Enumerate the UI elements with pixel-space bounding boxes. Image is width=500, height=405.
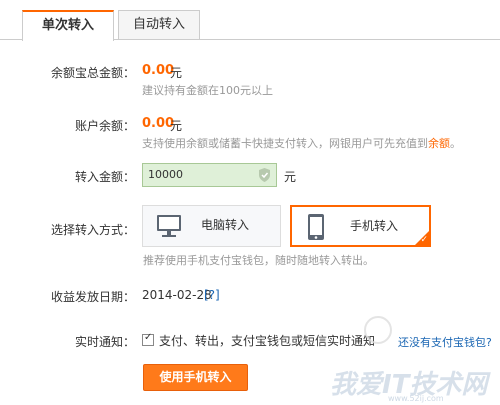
method-mobile-option[interactable]: 手机转入 ✓: [290, 205, 431, 247]
method-hint: 推荐使用手机支付宝钱包，随时随地转入转出。: [143, 254, 374, 267]
method-label: 选择转入方式：: [50, 223, 135, 237]
transfer-amount-label: 转入金额：: [74, 170, 135, 184]
notify-label: 实时通知：: [74, 335, 135, 349]
phone-icon: [308, 214, 324, 240]
method-pc-label: 电脑转入: [201, 218, 250, 232]
payout-date-value: 2014-02-28: [142, 288, 212, 302]
payout-date-help-link[interactable]: [?]: [204, 288, 220, 302]
method-pc-option[interactable]: 电脑转入: [142, 205, 281, 247]
transfer-amount-input[interactable]: 10000: [142, 163, 277, 187]
account-balance-hint-text: 支持使用余额或储蓄卡快捷支付转入，网银用户可先充值到: [142, 137, 428, 150]
tab-auto-transfer[interactable]: 自动转入: [118, 10, 200, 39]
account-balance-unit: 元: [170, 119, 183, 133]
submit-button[interactable]: 使用手机转入: [143, 364, 248, 391]
account-balance-label: 账户余额：: [74, 119, 135, 133]
check-icon: ✓: [420, 235, 428, 245]
tab-single-transfer[interactable]: 单次转入: [22, 10, 114, 41]
tab-bar: 单次转入 自动转入: [0, 0, 500, 41]
watermark-logo: [364, 316, 392, 344]
balance-total-unit: 元: [170, 66, 183, 80]
balance-total-label: 余额宝总金额：: [50, 66, 135, 80]
monitor-icon: [157, 215, 181, 237]
method-mobile-label: 手机转入: [350, 219, 399, 233]
notify-text: 支付、转出，支付宝钱包或短信实时通知: [159, 334, 376, 348]
transfer-amount-value: 10000: [148, 168, 183, 181]
account-balance-hint-end: 。: [450, 137, 461, 150]
payout-date-label: 收益发放日期：: [50, 290, 135, 304]
balance-total-hint: 建议持有金额在100元以上: [142, 84, 273, 97]
watermark-url: www.52ij.com: [388, 394, 444, 403]
no-wallet-link[interactable]: 还没有支付宝钱包?: [398, 334, 492, 350]
account-balance-hint: 支持使用余额或储蓄卡快捷支付转入，网银用户可先充值到余额。: [142, 135, 461, 151]
checkbox-check-icon: ✓: [144, 332, 153, 343]
notify-checkbox[interactable]: ✓: [142, 332, 154, 346]
recharge-balance-link[interactable]: 余额: [428, 137, 450, 150]
transfer-amount-unit: 元: [284, 170, 297, 184]
shield-icon: [259, 168, 270, 182]
